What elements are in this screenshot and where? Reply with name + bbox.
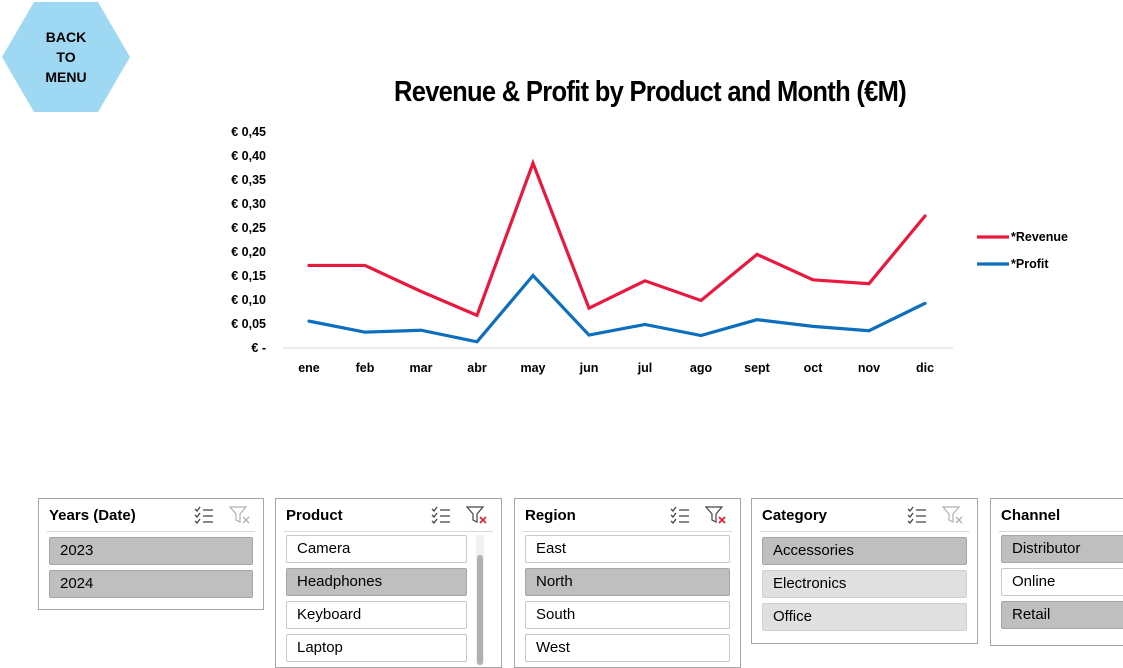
multi-select-icon[interactable] xyxy=(906,505,928,525)
multi-select-icon[interactable] xyxy=(669,505,691,525)
legend-label: *Profit xyxy=(1011,257,1049,271)
multi-select-icon[interactable] xyxy=(430,505,452,525)
slicer-item-north[interactable]: North xyxy=(525,568,730,596)
slicer-item-keyboard[interactable]: Keyboard xyxy=(286,601,467,629)
y-tick-label: € 0,45 xyxy=(231,125,266,139)
y-tick-label: € 0,30 xyxy=(231,197,266,211)
slicer-years-title: Years (Date) xyxy=(49,507,136,524)
slicer-region: Region East North South West xyxy=(514,498,741,668)
slicer-product: Product Camera Headphones Keyboard Lapto… xyxy=(275,498,502,668)
slicer-item-laptop[interactable]: Laptop xyxy=(286,634,467,662)
slicer-scroll-thumb[interactable] xyxy=(477,555,483,665)
slicer-item-accessories[interactable]: Accessories xyxy=(762,537,967,565)
slicer-item-distributor[interactable]: Distributor xyxy=(1001,535,1123,563)
x-tick-label: ene xyxy=(298,361,320,375)
y-tick-label: € 0,20 xyxy=(231,245,266,259)
series-line-revenue xyxy=(309,163,925,315)
line-chart: € - € 0,05 € 0,10 € 0,15 € 0,20 € 0,25 € 0,30 €… xyxy=(0,0,1123,400)
series-line-profit xyxy=(309,276,925,342)
y-tick-label: € 0,05 xyxy=(231,317,266,331)
multi-select-icon[interactable] xyxy=(193,505,215,525)
y-tick-label: € 0,25 xyxy=(231,221,266,235)
slicer-channel: Channel Distributor Online Retail xyxy=(990,498,1123,646)
y-tick-label: € 0,40 xyxy=(231,149,266,163)
legend-label: *Revenue xyxy=(1011,230,1068,244)
slicer-item-electronics[interactable]: Electronics xyxy=(762,570,967,598)
slicer-item-retail[interactable]: Retail xyxy=(1001,601,1123,629)
slicer-item-south[interactable]: South xyxy=(525,601,730,629)
slicer-item-camera[interactable]: Camera xyxy=(286,535,467,563)
slicer-item-online[interactable]: Online xyxy=(1001,568,1123,596)
x-tick-label: jun xyxy=(579,361,599,375)
x-tick-label: ago xyxy=(690,361,713,375)
clear-filter-icon[interactable] xyxy=(229,505,251,525)
x-tick-label: dic xyxy=(916,361,934,375)
y-tick-label: € 0,35 xyxy=(231,173,266,187)
slicer-years: Years (Date) 2023 2024 xyxy=(38,498,264,610)
x-tick-label: nov xyxy=(858,361,880,375)
slicer-item-2024[interactable]: 2024 xyxy=(49,570,253,598)
slicer-category: Category Accessories Electronics Office xyxy=(751,498,978,644)
clear-filter-icon[interactable] xyxy=(942,505,964,525)
slicer-item-office[interactable]: Office xyxy=(762,603,967,631)
slicer-product-title: Product xyxy=(286,507,343,524)
slicer-item-2023[interactable]: 2023 xyxy=(49,537,253,565)
y-tick-label: € 0,10 xyxy=(231,293,266,307)
x-tick-label: sept xyxy=(744,361,771,375)
slicer-item-west[interactable]: West xyxy=(525,634,730,662)
x-tick-label: may xyxy=(520,361,545,375)
x-tick-label: mar xyxy=(410,361,433,375)
y-tick-label: € 0,15 xyxy=(231,269,266,283)
x-tick-label: feb xyxy=(356,361,375,375)
x-tick-label: jul xyxy=(637,361,653,375)
slicer-scrollbar[interactable] xyxy=(476,535,484,665)
slicer-region-title: Region xyxy=(525,507,576,524)
slicer-item-headphones[interactable]: Headphones xyxy=(286,568,467,596)
clear-filter-icon[interactable] xyxy=(705,505,727,525)
x-tick-label: abr xyxy=(467,361,487,375)
slicer-channel-title: Channel xyxy=(1001,507,1060,524)
x-tick-label: oct xyxy=(804,361,824,375)
clear-filter-icon[interactable] xyxy=(466,505,488,525)
y-tick-label: € - xyxy=(251,341,266,355)
slicer-item-east[interactable]: East xyxy=(525,535,730,563)
slicer-category-title: Category xyxy=(762,507,827,524)
